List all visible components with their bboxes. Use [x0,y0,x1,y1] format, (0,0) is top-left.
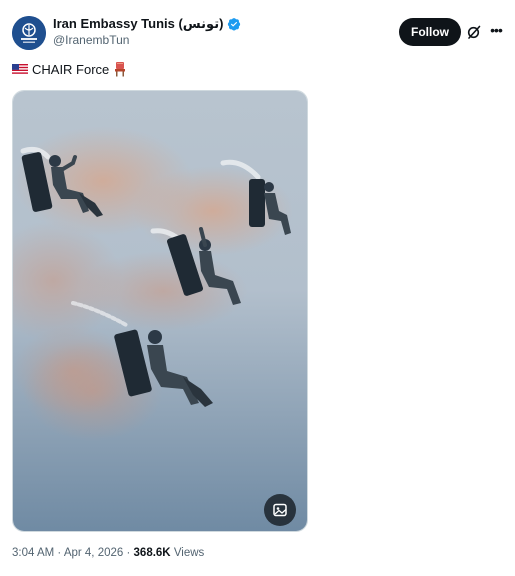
tweet-time[interactable]: 3:04 AM [12,547,54,559]
verified-badge-icon [228,18,241,31]
display-name[interactable]: Iran Embassy Tunis (تونس) [53,16,223,32]
embassy-emblem-icon [12,16,46,50]
meta-separator: · [57,547,62,559]
post: Iran Embassy Tunis (تونس) @IranembTun Fo… [0,0,515,576]
tweet-image[interactable] [12,90,308,532]
image-edit-icon [273,503,287,517]
meta-separator-2: · [126,547,131,559]
chair-force-photo [13,91,307,531]
more-icon[interactable]: ••• [488,22,504,38]
handle[interactable]: @IranembTun [53,33,129,47]
tweet-meta: 3:04 AM · Apr 4, 2026 · 368.6K Views [12,547,204,559]
follow-button[interactable]: Follow [399,18,461,46]
tweet-body: CHAIR Force [32,61,110,77]
tweet-date[interactable]: Apr 4, 2026 [64,547,123,559]
grok-icon[interactable] [466,24,482,40]
us-flag-emoji [12,63,28,75]
image-edit-button[interactable] [264,494,296,526]
display-name-row[interactable]: Iran Embassy Tunis (تونس) [53,16,241,32]
chair-emoji [115,62,126,77]
views-count: 368.6K [133,547,171,559]
tweet-text: CHAIR Force [12,61,127,77]
avatar[interactable] [12,16,46,50]
views-label: Views [173,547,205,559]
